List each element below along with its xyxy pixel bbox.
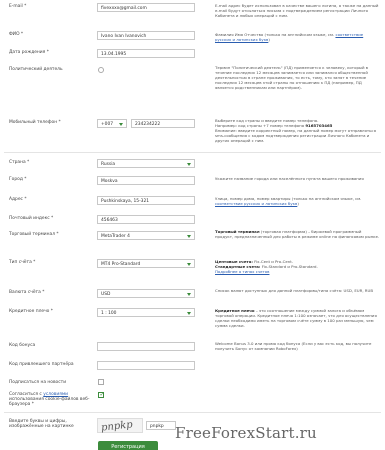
city-hint: Укажите название города или населённого … <box>215 176 364 181</box>
chevron-down-icon <box>187 293 191 296</box>
account-type-select[interactable]: MT4 Pro-Standard <box>97 259 195 268</box>
currency-select[interactable]: USD <box>97 289 195 298</box>
divider <box>4 152 381 153</box>
city-label: Город * <box>9 177 27 182</box>
chevron-down-icon <box>187 263 191 266</box>
email-hint: E-mail адрес будет использован в качеств… <box>215 3 379 18</box>
bonus-code-field[interactable] <box>97 342 195 351</box>
chevron-down-icon <box>187 235 191 238</box>
account-types-link[interactable]: Подробнее о типах счетов <box>215 269 380 274</box>
zip-label: Почтовый индекс * <box>9 216 54 221</box>
partner-code-label: Код привлекшего партнёра <box>9 362 74 367</box>
subscribe-checkbox[interactable] <box>98 379 104 385</box>
address-hint: Улица, номер дома, номер квартиры (тольк… <box>215 196 362 206</box>
chevron-down-icon <box>187 163 191 166</box>
phone-label: Мобильный телефон * <box>9 120 61 125</box>
currency-hint: Список валют доступных для данной платфо… <box>215 288 374 293</box>
phone-hint: Выберите код страны и введите номер теле… <box>215 118 376 143</box>
partner-code-field[interactable] <box>97 361 195 370</box>
account-type-label: Тип счёта * <box>9 260 36 265</box>
terminal-select[interactable]: MetaTrader 4 <box>97 231 195 240</box>
register-button[interactable]: Регистрация <box>98 441 158 450</box>
city-field[interactable]: Moskva <box>97 176 195 185</box>
currency-label: Валюта счёта * <box>9 290 45 295</box>
captcha-field[interactable]: pnpkp <box>146 421 176 430</box>
country-select[interactable]: Russia <box>97 159 195 168</box>
captcha-label: Введите буквы и цифры, изображённые на к… <box>9 419 74 429</box>
captcha-text: pnpkp <box>100 419 134 434</box>
account-type-hint: Центовые счета: Fix-Cent и Pro-Cent. Ста… <box>215 259 380 274</box>
terminal-hint: Торговый терминал (торговая платформа) –… <box>215 229 380 239</box>
country-label: Страна * <box>9 160 30 165</box>
address-field[interactable]: Pushkinskaya, 15-321 <box>97 196 195 205</box>
politician-label: Политический деятель <box>9 67 63 72</box>
terminal-label: Торговый терминал * <box>9 232 59 237</box>
chevron-down-icon <box>119 123 123 126</box>
fio-field[interactable]: Ivano Ivan Ivanovich <box>97 31 195 40</box>
email-field[interactable]: fivexxxx@gmail.com <box>97 3 195 12</box>
checkmark-icon: ✓ <box>99 391 105 398</box>
birthdate-field[interactable]: 13.04.1995 <box>97 49 195 58</box>
leverage-select[interactable]: 1 : 100 <box>97 308 195 317</box>
subscribe-label: Подписаться на новости <box>9 380 67 385</box>
leverage-label: Кредитное плечо * <box>9 309 53 314</box>
bonus-code-label: Код бонуса <box>9 343 36 348</box>
address-translit-link[interactable]: соответствие русских и латинских букв <box>215 201 297 206</box>
address-label: Адрес * <box>9 197 27 202</box>
chevron-down-icon <box>187 312 191 315</box>
captcha-image: pnpkp <box>97 418 143 434</box>
politician-radio[interactable] <box>98 67 104 73</box>
divider <box>4 412 381 413</box>
birthdate-label: Дата рождения * <box>9 50 49 55</box>
leverage-hint: Кредитное плечо – это соотношение между … <box>215 308 377 328</box>
agree-label: Согласиться с условиями использования co… <box>9 392 90 407</box>
fio-label: ФИО * <box>9 32 24 37</box>
politician-hint: Термин "Политический деятель" (ПД) приме… <box>215 65 369 90</box>
fio-hint: Фамилия Имя Отчество (только на английск… <box>215 32 364 42</box>
agree-checkbox[interactable]: ✓ <box>98 391 105 398</box>
phone-code-select[interactable]: +007 <box>97 119 127 128</box>
email-label: E-mail * <box>9 4 27 9</box>
phone-field[interactable]: 234234222 <box>131 119 195 128</box>
bonus-hint: Welcome Bonus 3.0 или промо код бонуса (… <box>215 341 372 351</box>
watermark: FreeForexStart.ru <box>175 424 317 442</box>
zip-field[interactable]: 456463 <box>97 215 195 224</box>
